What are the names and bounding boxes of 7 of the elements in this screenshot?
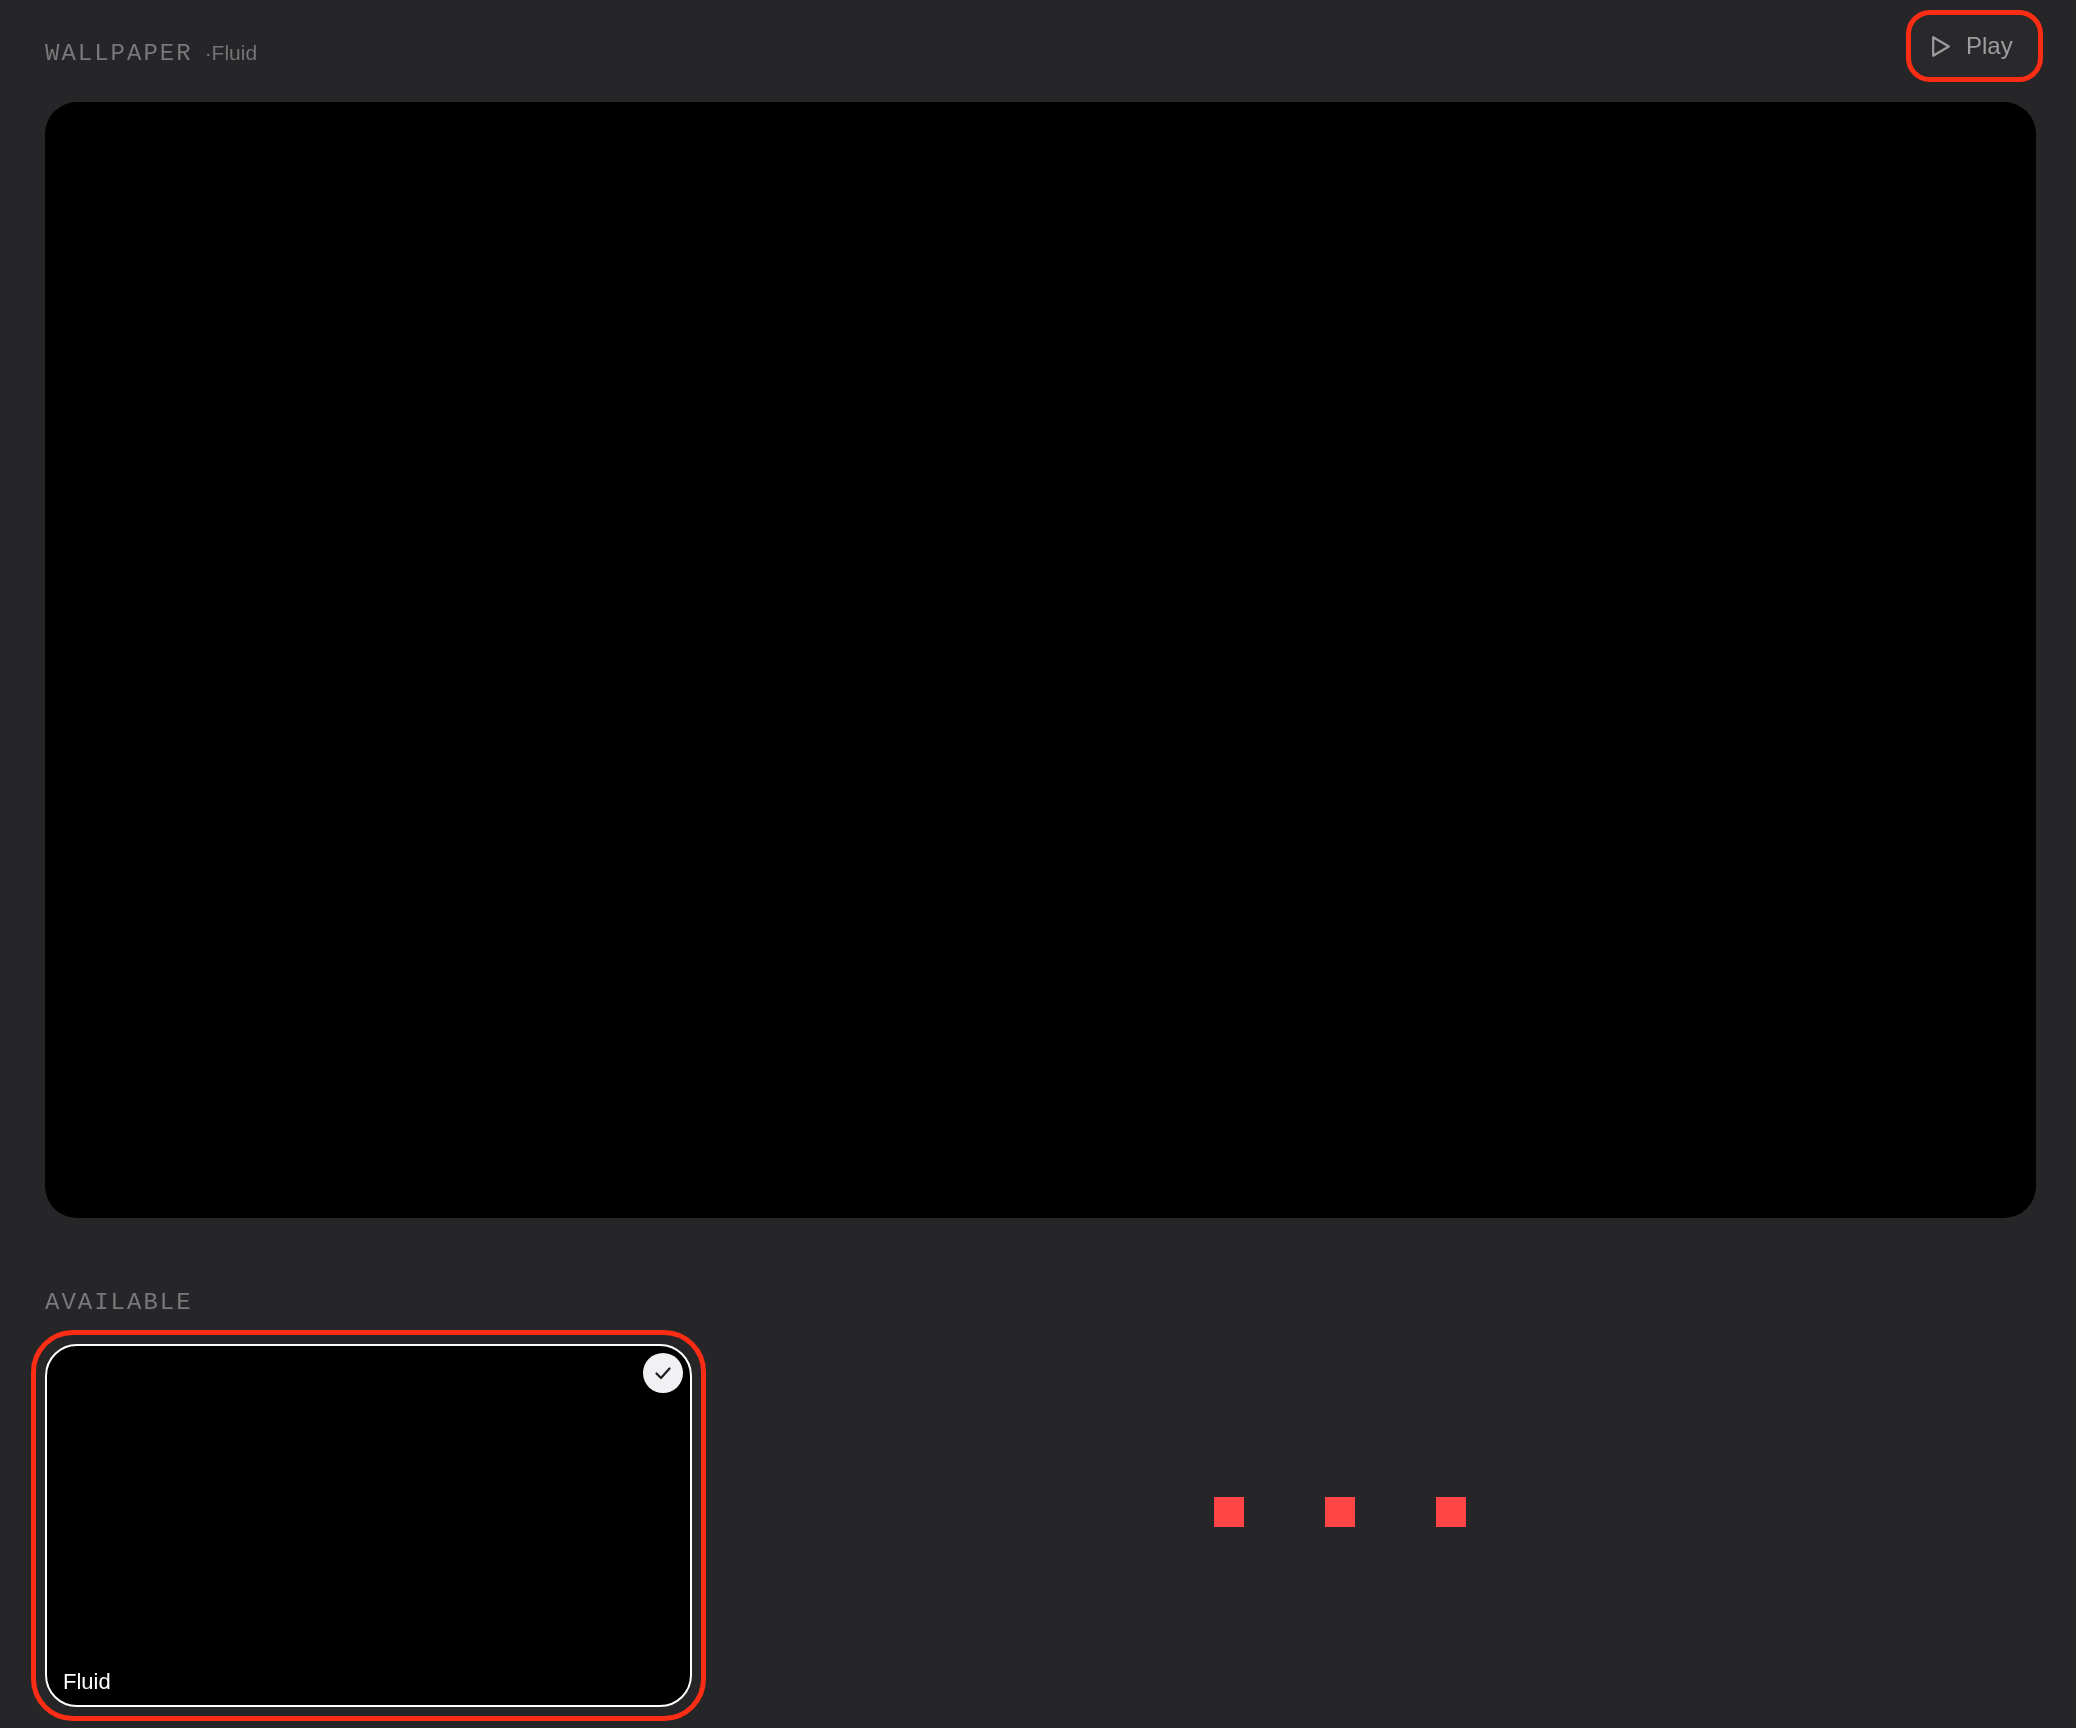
wallpaper-card[interactable]: Fluid [31, 1330, 706, 1721]
check-icon [643, 1353, 683, 1393]
page-title: WALLPAPER [45, 40, 193, 68]
play-icon [1932, 35, 1950, 57]
section-label: AVAILABLE [45, 1289, 194, 1317]
current-wallpaper-name: ·Fluid [204, 41, 258, 65]
play-button[interactable]: Play [1906, 10, 2043, 82]
